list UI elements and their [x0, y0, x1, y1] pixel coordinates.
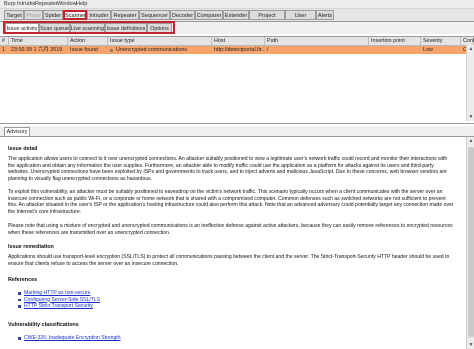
references-heading: References — [8, 277, 38, 283]
scroll-up-icon[interactable]: ▲ — [467, 137, 474, 145]
tab-project-options[interactable]: Project options — [249, 10, 285, 29]
subtab-live-scanning[interactable]: Live scanning — [70, 23, 105, 33]
issue-remediation-heading: Issue remediation — [8, 244, 54, 250]
issue-detail-paragraph-3: Please note that using a mixture of encr… — [8, 223, 453, 236]
tab-user-options[interactable]: User options — [285, 10, 316, 29]
tab-comparer[interactable]: Comparer — [195, 10, 223, 20]
classifications-list: CWE-326: Inadequate Encryption Strength — [18, 335, 121, 342]
cell-action: Issue found — [70, 47, 98, 53]
tab-advisory[interactable]: Advisory — [4, 127, 30, 136]
table-scrollbar[interactable]: ▲ ▼ — [466, 45, 474, 121]
tab-scanner[interactable]: Scanner — [63, 10, 87, 20]
menu-intruder[interactable]: Intruder — [17, 0, 36, 8]
issue-detail-paragraph-2: To exploit this vulnerability, an attack… — [8, 189, 454, 215]
tab-target[interactable]: Target — [4, 10, 24, 20]
main-tab-bar: Target Proxy Spider Scanner Intruder Rep… — [0, 9, 474, 29]
col-insertion-point[interactable]: Insertion point — [369, 37, 421, 45]
col-time[interactable]: Time — [9, 37, 68, 45]
scroll-down-icon[interactable]: ▼ — [467, 113, 474, 121]
col-confidence[interactable]: Confi — [461, 37, 474, 45]
scroll-thumb[interactable] — [468, 147, 474, 337]
col-severity[interactable]: Severity — [421, 37, 461, 45]
cell-issue-type: Unencrypted communications — [108, 46, 212, 54]
col-issue-type[interactable]: Issue type — [108, 37, 212, 45]
menu-window[interactable]: Window — [57, 0, 77, 8]
advisory-pane: Issue detail The application allows user… — [4, 138, 462, 349]
list-item[interactable]: CWE-326: Inadequate Encryption Strength — [18, 335, 121, 342]
table-header: # Time Action Issue type Host Path Inser… — [0, 37, 474, 46]
cell-number: 1 — [2, 47, 5, 53]
tab-decoder[interactable]: Decoder — [170, 10, 195, 20]
issue-detail-paragraph-1: The application allows users to connect … — [8, 156, 448, 182]
table-row[interactable]: 1 23:56:39 1 六月 2019 Issue found Unencry… — [0, 46, 474, 54]
info-dot-icon — [110, 48, 113, 52]
issue-remediation-paragraph: Applications should use transport-level … — [8, 254, 450, 267]
reference-link[interactable]: Configuring Server-Side SSL/TLS — [24, 297, 100, 303]
tab-extender[interactable]: Extender — [223, 10, 249, 20]
menu-bar: Burp Intruder Repeater Window Help — [0, 0, 474, 9]
cell-host: http://detectportal.fir... — [214, 47, 265, 53]
menu-help[interactable]: Help — [76, 0, 87, 8]
issue-activity-table: # Time Action Issue type Host Path Inser… — [0, 36, 474, 124]
tab-repeater[interactable]: Repeater — [111, 10, 139, 20]
scroll-down-icon[interactable]: ▼ — [467, 341, 474, 349]
subtab-options[interactable]: Options — [147, 23, 172, 33]
list-item[interactable]: HTTP Strict Transport Security — [18, 303, 100, 310]
advisory-tab-bar: Advisory — [0, 126, 474, 137]
tab-spider[interactable]: Spider — [43, 10, 63, 20]
menu-burp[interactable]: Burp — [4, 0, 16, 8]
scroll-up-icon[interactable]: ▲ — [467, 45, 474, 53]
cell-severity: Low — [423, 47, 433, 53]
cell-insertion-point — [369, 46, 421, 54]
tab-intruder[interactable]: Intruder — [87, 10, 111, 20]
reference-link[interactable]: HTTP Strict Transport Security — [24, 303, 93, 309]
col-host[interactable]: Host — [212, 37, 265, 45]
col-number[interactable]: # — [0, 37, 9, 45]
issue-detail-heading: Issue detail — [8, 146, 38, 152]
advisory-scrollbar[interactable]: ▲ ▼ — [466, 137, 474, 349]
subtab-issue-definitions[interactable]: Issue definitions — [105, 23, 147, 33]
subtab-scan-queue[interactable]: Scan queue — [39, 23, 70, 33]
cell-time: 23:56:39 1 六月 2019 — [11, 47, 63, 53]
cell-path: / — [267, 47, 269, 53]
col-action[interactable]: Action — [68, 37, 108, 45]
classification-link[interactable]: CWE-326: Inadequate Encryption Strength — [24, 335, 121, 341]
vulnerability-classifications-heading: Vulnerability classifications — [8, 322, 79, 328]
tab-alerts[interactable]: Alerts — [316, 10, 334, 20]
reference-link[interactable]: Marking HTTP as non-secure — [24, 290, 90, 296]
subtab-issue-activity[interactable]: Issue activity — [5, 23, 39, 33]
col-path[interactable]: Path — [265, 37, 369, 45]
scanner-subtab-bar: Issue activity Scan queue Live scanning … — [0, 22, 474, 34]
tab-proxy[interactable]: Proxy — [24, 10, 43, 20]
tab-sequencer[interactable]: Sequencer — [139, 10, 170, 20]
references-list: Marking HTTP as non-secure Configuring S… — [18, 290, 100, 310]
menu-repeater[interactable]: Repeater — [35, 0, 58, 8]
